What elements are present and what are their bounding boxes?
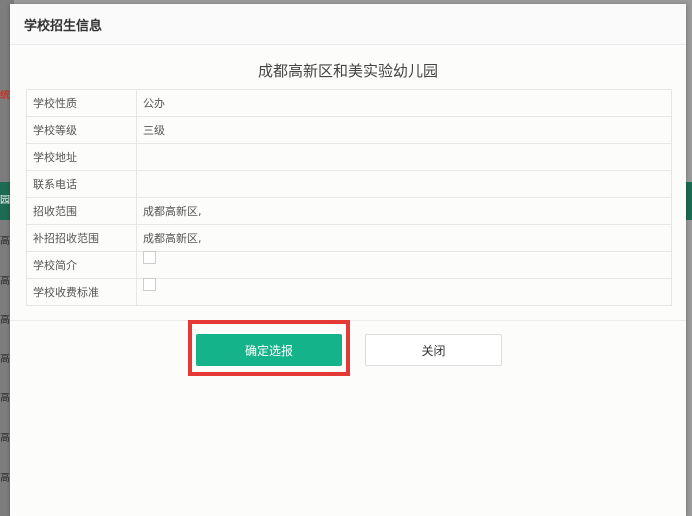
dialog-header: 学校招生信息 — [10, 4, 686, 45]
background-green-bar-right — [686, 182, 692, 220]
school-name: 成都高新区和美实验幼儿园 — [257, 62, 438, 80]
row-value: 成都高新区, — [136, 197, 672, 225]
school-info-table: 学校性质 公办 学校等级 三级 学校地址 联系电话 招收范围 成都高新区, 补招… — [26, 89, 672, 306]
row-value: 公办 — [136, 89, 672, 117]
table-row: 学校简介 — [26, 250, 672, 279]
school-info-dialog: 学校招生信息 成都高新区和美实验幼儿园 学校性质 公办 学校等级 三级 学校地址… — [10, 4, 686, 516]
table-row: 学校等级 三级 — [26, 116, 672, 144]
row-label: 学校性质 — [26, 89, 137, 117]
row-label: 补招招收范围 — [26, 224, 137, 252]
table-row: 联系电话 — [26, 170, 672, 198]
row-label: 学校等级 — [26, 116, 137, 144]
row-label: 招收范围 — [26, 197, 137, 225]
fee-image-placeholder — [143, 277, 156, 291]
table-row: 学校性质 公办 — [26, 89, 672, 117]
row-label: 学校收费标准 — [26, 278, 137, 306]
row-value — [136, 170, 672, 198]
row-value — [136, 143, 672, 171]
row-label: 联系电话 — [26, 170, 137, 198]
divider — [10, 320, 686, 321]
row-label: 学校地址 — [26, 143, 137, 171]
table-row: 招收范围 成都高新区, — [26, 197, 672, 225]
row-label: 学校简介 — [26, 251, 137, 279]
dialog-title: 学校招生信息 — [24, 19, 103, 34]
row-value: 三级 — [136, 116, 672, 144]
table-row: 学校收费标准 — [26, 277, 672, 306]
row-value: 成都高新区, — [136, 224, 672, 252]
close-button[interactable]: 关闭 — [365, 334, 502, 366]
row-value — [136, 277, 672, 306]
confirm-select-button[interactable]: 确定选报 — [196, 334, 342, 366]
table-row: 补招招收范围 成都高新区, — [26, 224, 672, 252]
row-value — [136, 250, 672, 279]
intro-image-placeholder — [143, 250, 156, 264]
table-row: 学校地址 — [26, 143, 672, 171]
